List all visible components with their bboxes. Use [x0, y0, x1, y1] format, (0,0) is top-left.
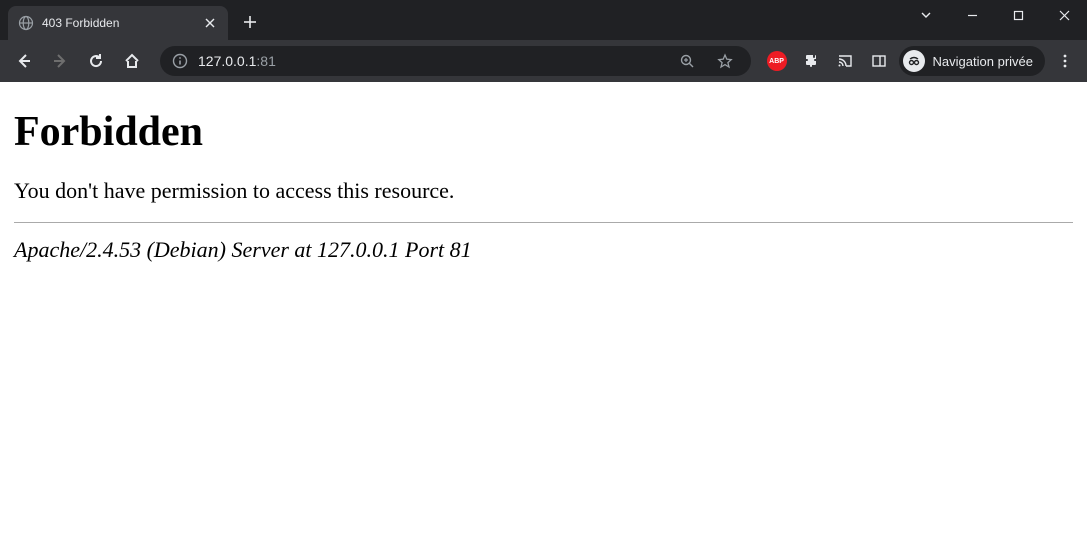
incognito-icon: [903, 50, 925, 72]
titlebar: 403 Forbidden: [0, 0, 1087, 40]
maximize-button[interactable]: [995, 0, 1041, 30]
minimize-button[interactable]: [949, 0, 995, 30]
url-host: 127.0.0.1: [198, 53, 256, 69]
new-tab-button[interactable]: [236, 8, 264, 36]
browser-toolbar: 127.0.0.1:81 ABP Navigation privée: [0, 40, 1087, 82]
url-port: :81: [256, 53, 275, 69]
reload-button[interactable]: [80, 45, 112, 77]
close-tab-icon[interactable]: [202, 15, 218, 31]
zoom-icon[interactable]: [673, 47, 701, 75]
tab-title: 403 Forbidden: [42, 16, 202, 30]
home-button[interactable]: [116, 45, 148, 77]
star-icon[interactable]: [711, 47, 739, 75]
server-signature: Apache/2.4.53 (Debian) Server at 127.0.0…: [14, 237, 1073, 263]
menu-icon[interactable]: [1051, 47, 1079, 75]
page-content: Forbidden You don't have permission to a…: [0, 82, 1087, 543]
error-message: You don't have permission to access this…: [14, 178, 1073, 204]
toolbar-right: ABP Navigation privée: [763, 46, 1079, 76]
back-button[interactable]: [8, 45, 40, 77]
extensions-icon[interactable]: [797, 47, 825, 75]
chevron-down-icon[interactable]: [903, 0, 949, 30]
abp-extension-icon[interactable]: ABP: [763, 47, 791, 75]
cast-icon[interactable]: [831, 47, 859, 75]
error-heading: Forbidden: [14, 108, 1073, 156]
browser-tab[interactable]: 403 Forbidden: [8, 6, 228, 40]
sidepanel-icon[interactable]: [865, 47, 893, 75]
divider: [14, 222, 1073, 223]
globe-icon: [18, 15, 34, 31]
incognito-label: Navigation privée: [933, 54, 1033, 69]
url-text: 127.0.0.1:81: [198, 53, 663, 69]
close-window-button[interactable]: [1041, 0, 1087, 30]
incognito-badge[interactable]: Navigation privée: [899, 46, 1045, 76]
abp-badge: ABP: [767, 51, 787, 71]
forward-button[interactable]: [44, 45, 76, 77]
address-bar[interactable]: 127.0.0.1:81: [160, 46, 751, 76]
info-icon[interactable]: [172, 53, 188, 69]
window-controls: [903, 0, 1087, 30]
